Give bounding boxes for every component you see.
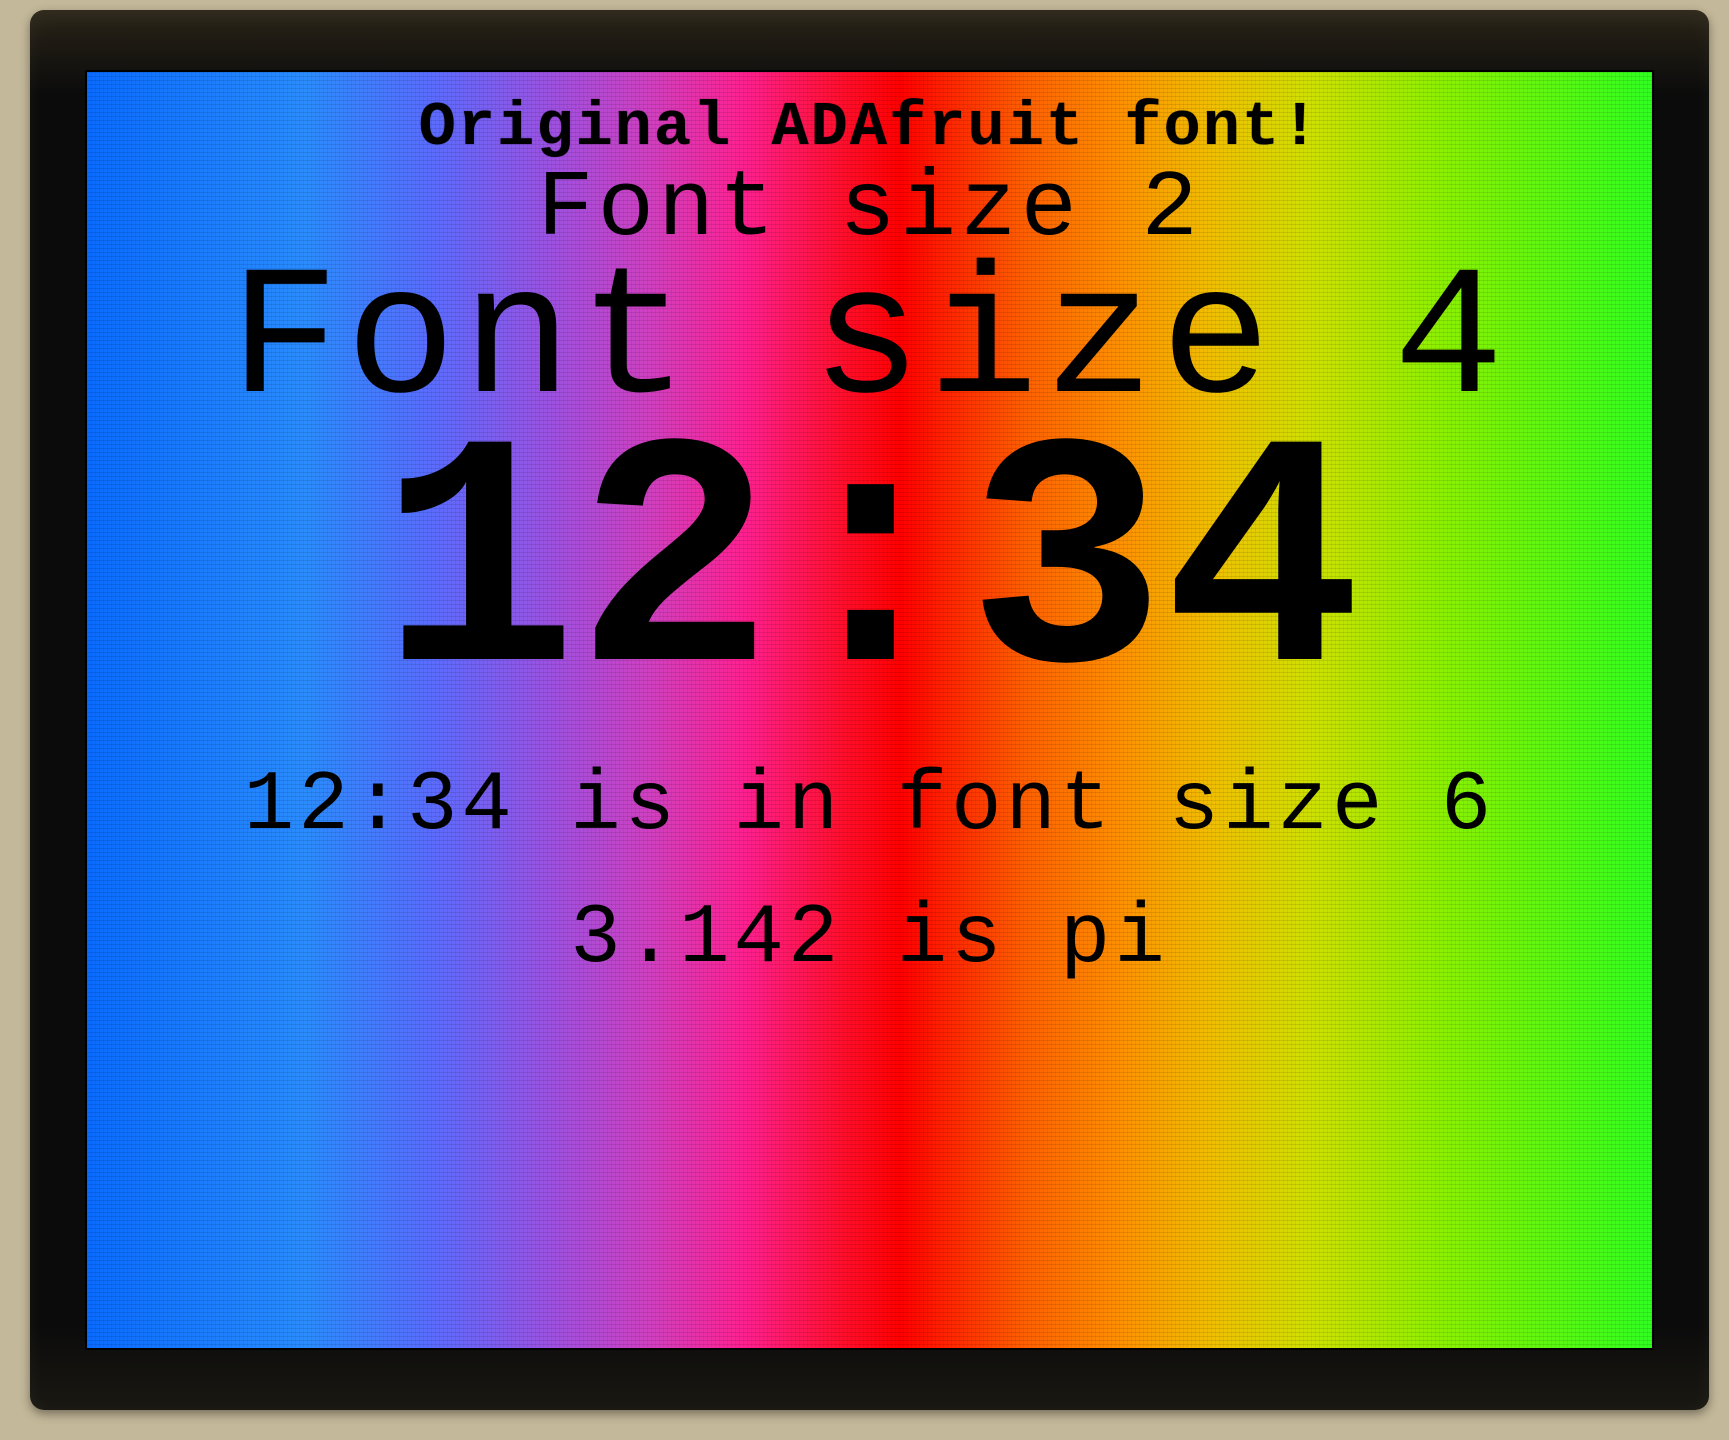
text-line-5: 12:34 is in font size 6 [244,759,1495,854]
text-line-4: 12:34 [379,407,1359,737]
text-line-6: 3.142 is pi [570,892,1169,987]
lcd-bezel: Original ADAfruit font! Font size 2 Font… [30,10,1709,1410]
screen-content: Original ADAfruit font! Font size 2 Font… [87,72,1652,1348]
lcd-screen: Original ADAfruit font! Font size 2 Font… [85,70,1654,1350]
text-line-1: Original ADAfruit font! [419,92,1321,163]
